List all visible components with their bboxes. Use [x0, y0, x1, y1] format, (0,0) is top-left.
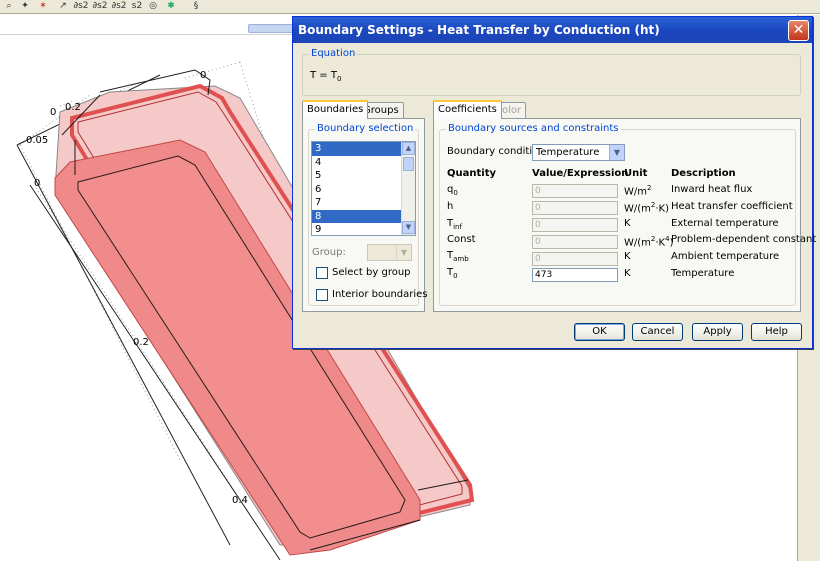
- h-description: Heat transfer coefficient: [671, 201, 793, 212]
- quantity-t0: T0: [447, 267, 458, 280]
- tinf-value-field: 0: [532, 218, 618, 232]
- equation-group: Equation T = T0: [302, 48, 801, 96]
- t0-value-field[interactable]: 473: [532, 268, 618, 282]
- tamb-value-field: 0: [532, 252, 618, 266]
- mesh-icon[interactable]: ✦: [18, 0, 32, 12]
- tinf-description: External temperature: [671, 218, 779, 229]
- equation-legend: Equation: [309, 48, 358, 59]
- tab-coefficients[interactable]: Coefficients: [433, 100, 502, 119]
- column-header-description: Description: [671, 168, 736, 179]
- column-header-unit: Unit: [624, 168, 648, 179]
- boundaries-tab-page: Boundary selection 3 4 5 6 7 8 9 10 ▲ ▼ …: [302, 118, 428, 312]
- toolbar-icon-2[interactable]: ∂s2: [72, 0, 90, 12]
- boundary-sources-group: Boundary sources and constraints Boundar…: [439, 123, 816, 306]
- const-unit: W/(m2·K4): [624, 235, 674, 249]
- axis-label-top-zero: 0: [200, 70, 206, 81]
- h-value-field: 0: [532, 201, 618, 215]
- main-toolbar: ⌕ ✦ ✶ ↗ ∂s2 ∂s2 ∂s2 s2 ◎ ✱ §: [0, 0, 820, 14]
- tinf-unit: K: [624, 218, 631, 229]
- toolbar-icon-4[interactable]: ∂s2: [110, 0, 128, 12]
- close-button[interactable]: ✕: [788, 20, 809, 41]
- q0-value-field: 0: [532, 184, 618, 198]
- scroll-thumb[interactable]: [403, 157, 414, 171]
- interior-boundaries-label: Interior boundaries: [332, 289, 428, 300]
- axis-label-b-0.05: 0.05: [26, 135, 48, 146]
- quantity-h: h: [447, 201, 454, 212]
- chevron-down-icon: ▼: [396, 245, 411, 260]
- quantity-tamb: Tamb: [447, 250, 469, 263]
- select-by-group-label: Select by group: [332, 267, 411, 278]
- list-item[interactable]: 3: [312, 142, 415, 156]
- column-header-quantity: Quantity: [447, 168, 496, 179]
- boundary-listbox[interactable]: 3 4 5 6 7 8 9 10 ▲ ▼: [311, 141, 416, 236]
- list-item[interactable]: 5: [312, 169, 415, 183]
- scroll-up-icon[interactable]: ▲: [402, 142, 415, 155]
- quantity-tinf: Tinf: [447, 218, 462, 231]
- list-item[interactable]: 4: [312, 156, 415, 170]
- tab-boundaries[interactable]: Boundaries: [302, 100, 369, 119]
- quantity-q0: q0: [447, 184, 458, 197]
- dialog-titlebar[interactable]: Boundary Settings - Heat Transfer by Con…: [293, 17, 812, 43]
- chevron-down-icon[interactable]: ▼: [609, 145, 624, 160]
- zoom-icon[interactable]: ⌕: [2, 0, 16, 12]
- axis-label-c-0.4: 0.4: [232, 495, 248, 506]
- help-button[interactable]: Help: [751, 323, 802, 341]
- const-description: Problem-dependent constant: [671, 234, 817, 245]
- axis-label-a-0: 0: [50, 107, 56, 118]
- h-unit: W/(m2·K): [624, 201, 670, 215]
- select-by-group-checkbox[interactable]: [316, 267, 328, 279]
- list-item[interactable]: 7: [312, 196, 415, 210]
- toolbar-icon-5[interactable]: s2: [130, 0, 144, 12]
- boundary-sources-legend: Boundary sources and constraints: [446, 123, 621, 134]
- tamb-description: Ambient temperature: [671, 251, 780, 262]
- equation-text: T = T0: [310, 70, 342, 83]
- listbox-scrollbar[interactable]: ▲ ▼: [401, 142, 415, 235]
- group-select: ▼: [367, 244, 412, 261]
- cancel-button[interactable]: Cancel: [632, 323, 683, 341]
- boundary-settings-dialog: Boundary Settings - Heat Transfer by Con…: [292, 16, 816, 349]
- toolbar-icon-3[interactable]: ∂s2: [91, 0, 109, 12]
- scroll-down-icon[interactable]: ▼: [402, 221, 415, 234]
- boundary-condition-select[interactable]: Temperature ▼: [532, 144, 625, 161]
- q0-description: Inward heat flux: [671, 184, 753, 195]
- list-item[interactable]: 9: [312, 223, 415, 235]
- list-item[interactable]: 6: [312, 183, 415, 197]
- t0-unit: K: [624, 268, 631, 279]
- tamb-unit: K: [624, 251, 631, 262]
- q0-unit: W/m2: [624, 184, 652, 198]
- boundary-selection-legend: Boundary selection: [315, 123, 416, 134]
- boundary-selection-group: Boundary selection 3 4 5 6 7 8 9 10 ▲ ▼ …: [308, 123, 428, 306]
- const-value-field: 0: [532, 235, 618, 249]
- group-label: Group:: [312, 247, 346, 258]
- toolbar-icon-1[interactable]: ↗: [56, 0, 70, 12]
- interior-boundaries-checkbox[interactable]: [316, 289, 328, 301]
- axis-label-a-0.2: 0.2: [65, 102, 81, 113]
- sphere-icon[interactable]: ◎: [146, 0, 160, 12]
- apply-button[interactable]: Apply: [692, 323, 743, 341]
- coefficients-tab-page: Boundary sources and constraints Boundar…: [433, 118, 816, 312]
- axis-label-b-0: 0: [34, 178, 40, 189]
- pointer-icon[interactable]: ✶: [36, 0, 50, 12]
- t0-description: Temperature: [671, 268, 735, 279]
- column-header-value: Value/Expression: [532, 168, 629, 179]
- quantity-const: Const: [447, 234, 476, 245]
- lighting-icon[interactable]: ✱: [164, 0, 178, 12]
- list-item[interactable]: 8: [312, 209, 415, 223]
- close-icon: ✕: [792, 22, 805, 38]
- axis-label-icon[interactable]: §: [190, 0, 202, 12]
- ok-button[interactable]: OK: [574, 323, 625, 341]
- axis-label-c-0.2: 0.2: [133, 337, 149, 348]
- dialog-title: Boundary Settings - Heat Transfer by Con…: [298, 23, 660, 37]
